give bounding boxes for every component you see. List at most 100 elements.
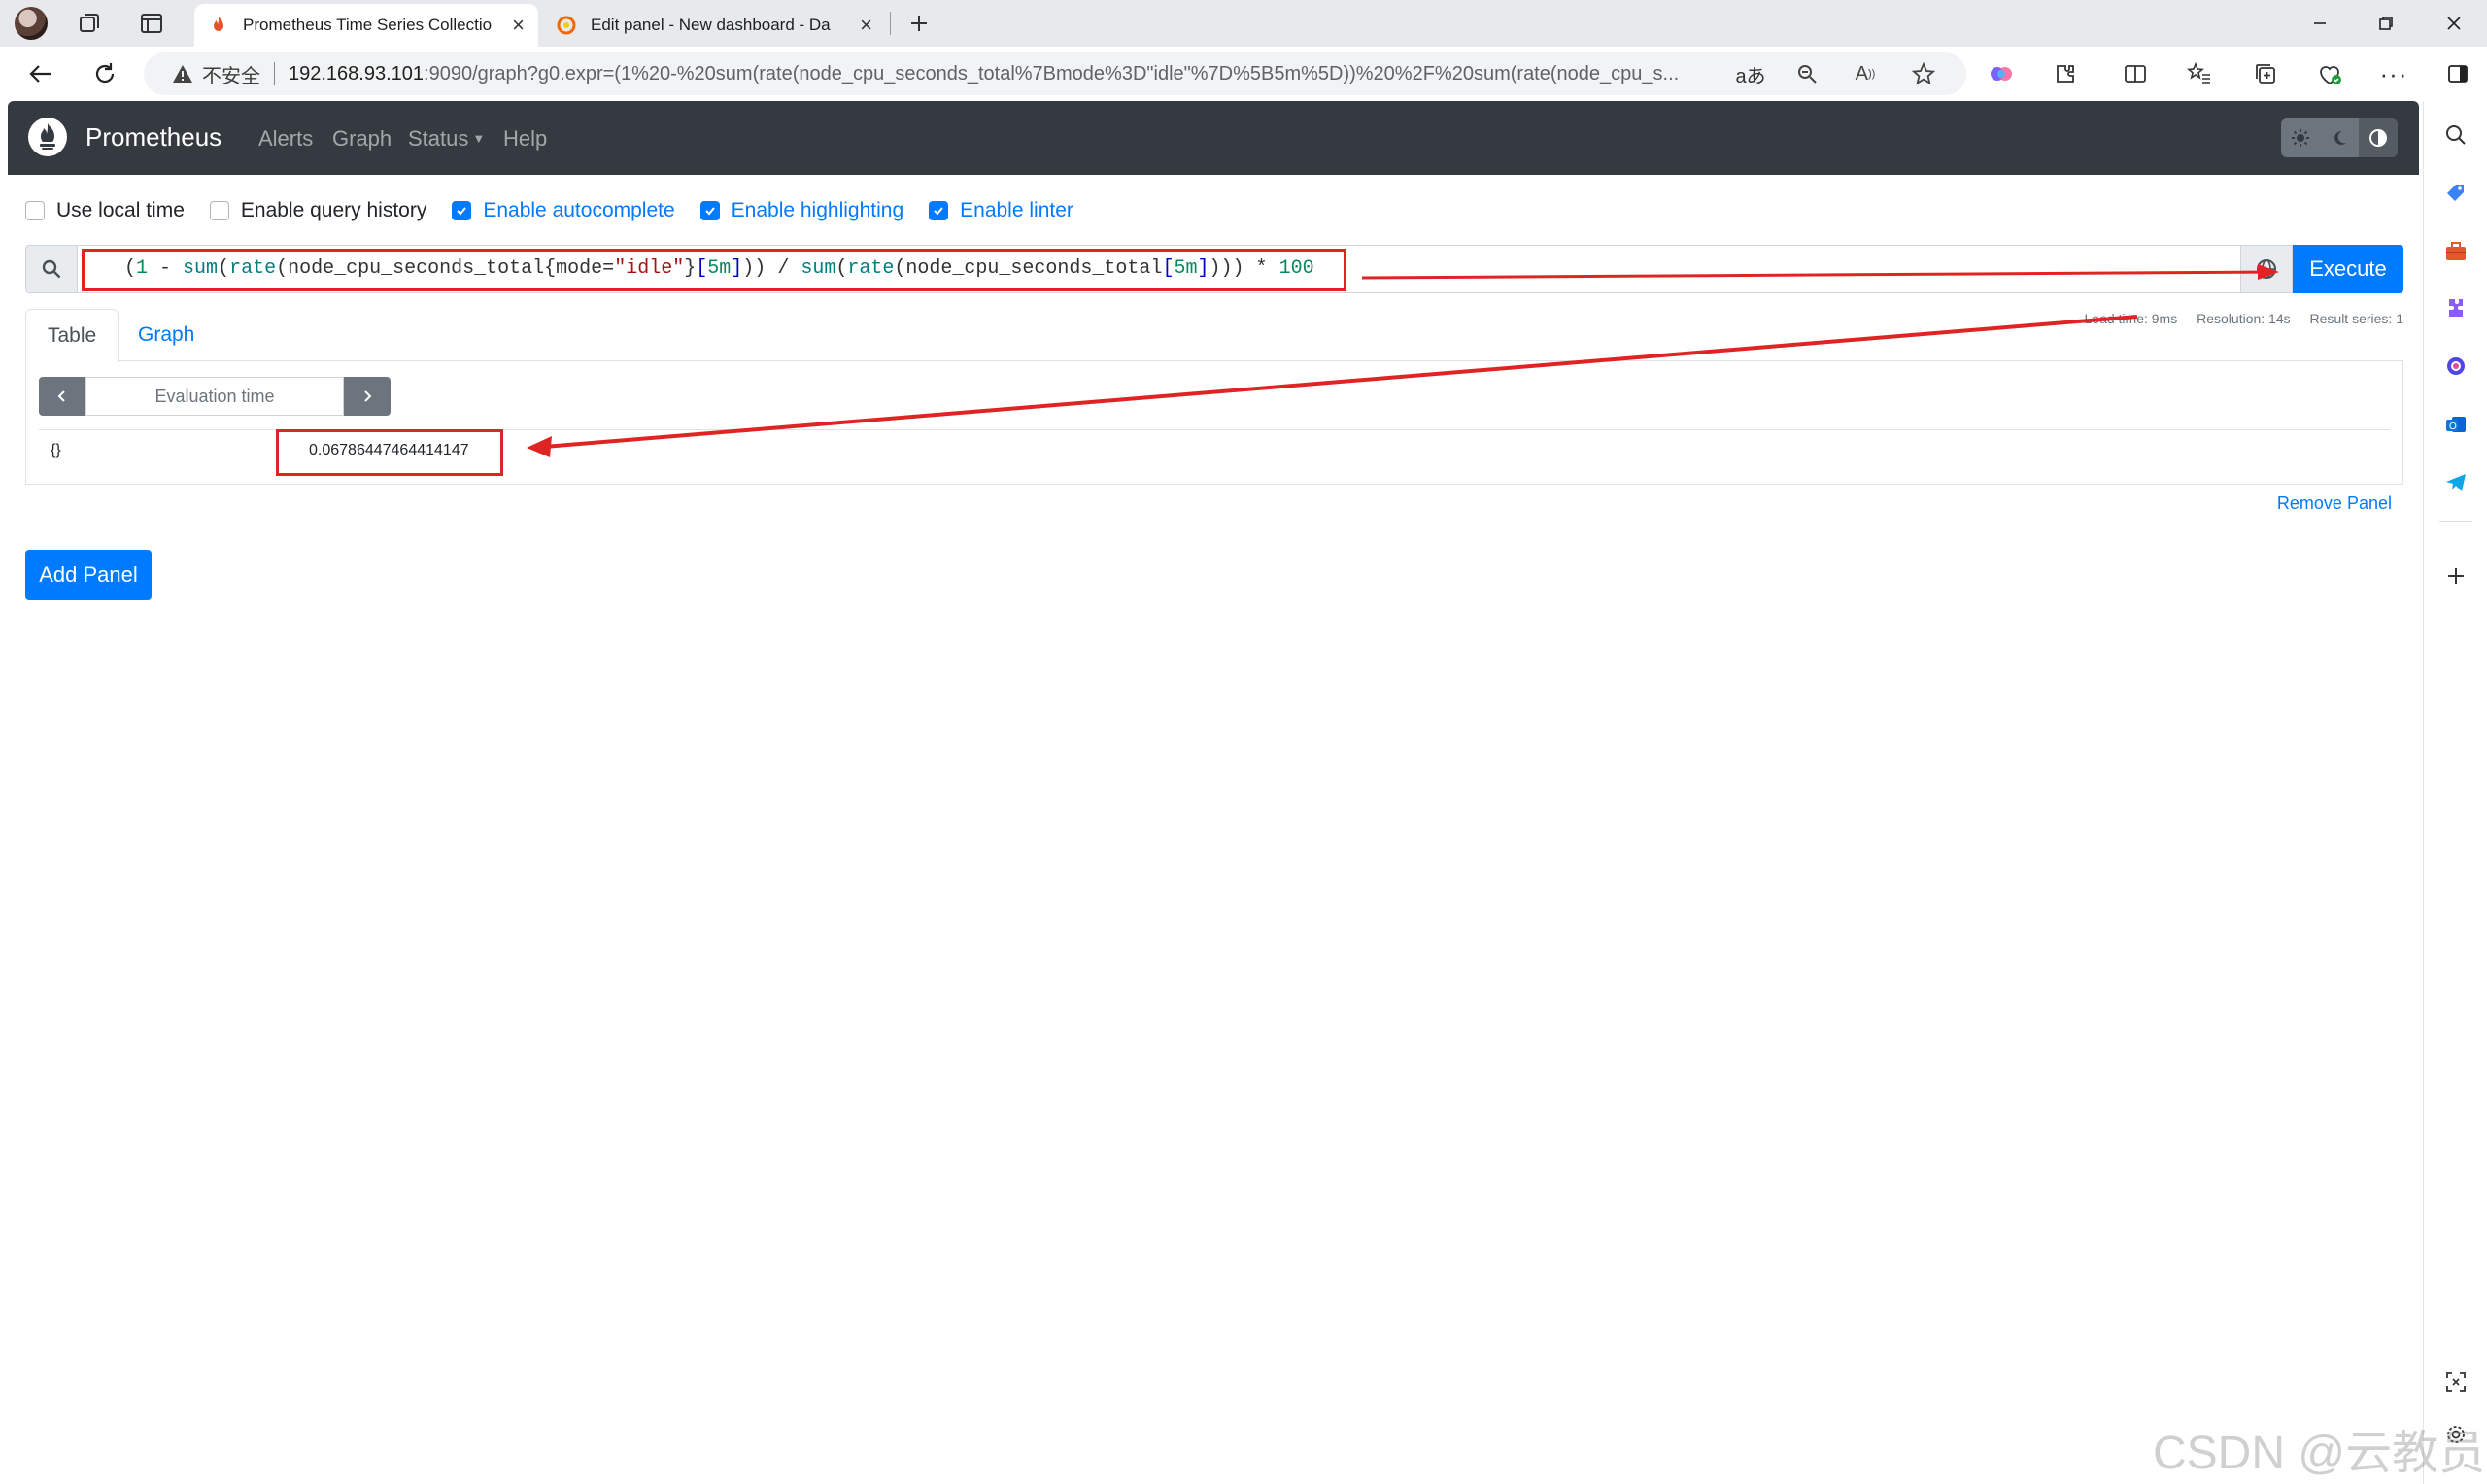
tab-graph[interactable]: Graph — [117, 309, 216, 361]
checkbox[interactable] — [209, 201, 229, 220]
next-time-button[interactable] — [344, 377, 391, 416]
option-use-local-time[interactable]: Use local time — [25, 199, 185, 222]
split-screen-icon[interactable] — [2120, 58, 2151, 89]
close-window-icon[interactable] — [2421, 0, 2487, 47]
new-tab-plus-icon[interactable] — [894, 0, 944, 47]
prometheus-navbar: Prometheus Alerts Graph Status ▼ Help — [8, 101, 2419, 175]
metrics-explorer-globe-icon[interactable] — [2240, 245, 2293, 293]
copilot-icon[interactable] — [1986, 58, 2017, 89]
chevron-right-icon — [364, 390, 372, 402]
checkbox-checked[interactable] — [452, 201, 472, 220]
browser-tab-grafana[interactable]: Edit panel - New dashboard - Da × — [542, 4, 886, 47]
watermark: CSDN @云教员 — [2153, 1428, 2486, 1479]
search-icon[interactable] — [2441, 120, 2470, 150]
refresh-icon[interactable] — [87, 56, 122, 91]
url-host: 192.168.93.101 — [289, 62, 425, 84]
add-panel-button[interactable]: Add Panel — [25, 550, 152, 600]
prometheus-favicon-icon — [214, 17, 223, 31]
url-text[interactable]: 192.168.93.101:9090/graph?g0.expr=(1%20-… — [289, 63, 1707, 85]
tab-divider — [890, 12, 891, 35]
option-enable-autocomplete[interactable]: Enable autocomplete — [452, 199, 675, 222]
caret-down-icon: ▼ — [472, 131, 486, 146]
option-enable-highlighting[interactable]: Enable highlighting — [699, 199, 904, 222]
browser-tab-prometheus[interactable]: Prometheus Time Series Collectio × — [194, 4, 538, 47]
edge-sidebar: O — [2423, 101, 2487, 1484]
nav-graph[interactable]: Graph — [332, 126, 392, 152]
tools-briefcase-icon[interactable] — [2441, 237, 2470, 266]
checkbox-checked[interactable] — [699, 201, 720, 220]
option-label: Use local time — [56, 199, 185, 221]
option-label: Enable query history — [240, 199, 427, 221]
add-plus-icon[interactable] — [2441, 561, 2470, 590]
load-time: Load time: 9ms — [2084, 311, 2178, 326]
evaluation-time-bar: Evaluation time — [39, 377, 391, 416]
nav-status-label: Status — [408, 126, 469, 151]
browser-tab-strip: Prometheus Time Series Collectio × Edit … — [0, 0, 2487, 47]
theme-toggle-group — [2281, 118, 2398, 157]
shopping-tag-icon[interactable] — [2441, 179, 2470, 208]
close-tab-icon[interactable]: × — [860, 13, 872, 38]
dark-theme-moon-icon[interactable] — [2320, 118, 2359, 157]
warning-icon — [173, 65, 192, 83]
tab-actions-icon[interactable] — [126, 0, 177, 47]
browser-essentials-icon[interactable] — [2314, 58, 2345, 89]
execute-button[interactable]: Execute — [2293, 245, 2403, 293]
check-icon — [934, 207, 943, 216]
profile-avatar[interactable] — [6, 0, 56, 47]
search-icon — [25, 245, 78, 293]
expression-annotation-box — [82, 249, 1346, 291]
microsoft-365-icon[interactable] — [2441, 352, 2470, 381]
option-label: Enable linter — [960, 199, 1073, 221]
security-label[interactable]: 不安全 — [202, 60, 260, 88]
brand-name: Prometheus — [85, 121, 222, 152]
prometheus-logo-icon — [28, 118, 67, 156]
option-label: Enable highlighting — [731, 199, 904, 221]
sidebar-divider — [2439, 521, 2472, 522]
more-options-icon[interactable]: ··· — [2378, 58, 2409, 89]
screenshot-icon[interactable] — [2441, 1367, 2470, 1397]
minimize-icon[interactable] — [2287, 0, 2353, 47]
grafana-favicon-icon — [557, 16, 576, 35]
address-bar[interactable]: 不安全 192.168.93.101:9090/graph?g0.expr=(1… — [144, 52, 1966, 95]
value-annotation-box — [276, 429, 503, 476]
previous-time-button[interactable] — [39, 377, 85, 416]
tab-title: Prometheus Time Series Collectio — [243, 16, 493, 34]
remove-panel-link[interactable]: Remove Panel — [2277, 493, 2392, 514]
favorite-star-icon[interactable] — [1908, 58, 1939, 89]
option-label: Enable autocomplete — [483, 199, 675, 221]
sidebar-toggle-icon[interactable] — [2442, 58, 2473, 89]
nav-status[interactable]: Status ▼ — [408, 126, 485, 152]
url-path: :9090/graph?g0.expr=(1%20-%20sum(rate(no… — [424, 62, 1680, 84]
close-tab-icon[interactable]: × — [512, 13, 525, 38]
nav-help[interactable]: Help — [503, 126, 547, 152]
resolution: Resolution: 14s — [2197, 311, 2291, 326]
tab-table[interactable]: Table — [25, 309, 119, 362]
back-icon[interactable] — [23, 56, 58, 91]
collections-icon[interactable] — [2250, 58, 2281, 89]
outlook-icon[interactable]: O — [2441, 410, 2470, 439]
favorites-list-icon[interactable] — [2184, 58, 2215, 89]
browser-toolbar: 不安全 192.168.93.101:9090/graph?g0.expr=(1… — [0, 47, 2487, 101]
option-enable-linter[interactable]: Enable linter — [929, 199, 1073, 222]
games-puzzle-icon[interactable] — [2441, 293, 2470, 322]
read-aloud-icon[interactable]: A)) — [1850, 58, 1881, 89]
extensions-icon[interactable] — [2050, 58, 2081, 89]
workspaces-icon[interactable] — [64, 0, 115, 47]
check-icon — [457, 207, 467, 216]
check-icon — [704, 207, 715, 216]
nav-alerts[interactable]: Alerts — [258, 126, 313, 152]
checkbox[interactable] — [25, 201, 45, 220]
read-aloud-translate-icon[interactable]: aあ — [1735, 58, 1766, 89]
checkbox-checked[interactable] — [929, 201, 949, 220]
zoom-icon[interactable] — [1791, 58, 1823, 89]
send-telegram-icon[interactable] — [2441, 468, 2470, 497]
option-enable-query-history[interactable]: Enable query history — [209, 199, 427, 222]
query-stats: Load time: 9ms Resolution: 14s Result se… — [2069, 311, 2404, 326]
browser-theme-contrast-icon[interactable] — [2359, 118, 2398, 157]
tab-title: Edit panel - New dashboard - Da — [591, 16, 831, 34]
brand[interactable]: Prometheus — [27, 117, 221, 157]
restore-icon[interactable] — [2353, 0, 2419, 47]
evaluation-time-input[interactable]: Evaluation time — [85, 377, 344, 416]
svg-text:O: O — [2449, 422, 2457, 432]
light-theme-sun-icon[interactable] — [2281, 118, 2320, 157]
